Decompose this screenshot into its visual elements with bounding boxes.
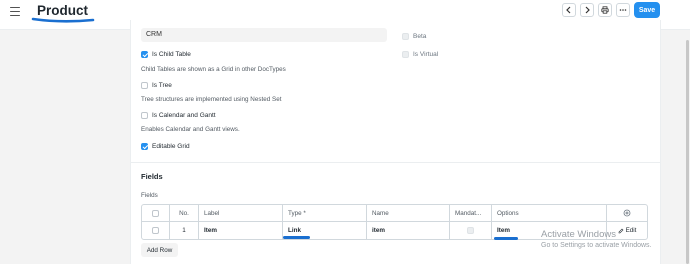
row-name-cell[interactable]: item xyxy=(366,222,449,239)
is-child-table-checkbox[interactable] xyxy=(141,51,148,58)
column-header-type: Type * xyxy=(282,205,366,221)
is-tree-label: Is Tree xyxy=(152,82,172,89)
add-row-button[interactable]: Add Row xyxy=(141,243,178,257)
printer-icon xyxy=(601,6,609,14)
row-select-cell xyxy=(142,222,169,239)
row-number: 1 xyxy=(169,222,198,239)
select-all-checkbox[interactable] xyxy=(152,209,159,217)
is-virtual-checkbox[interactable] xyxy=(402,51,409,58)
next-button[interactable] xyxy=(580,3,594,17)
is-calendar-label: Is Calendar and Gantt xyxy=(152,112,216,119)
fields-table-label: Fields xyxy=(141,192,158,199)
column-header-no: No. xyxy=(169,205,198,221)
row-edit-label: Edit xyxy=(625,227,637,234)
row-mandatory-cell[interactable] xyxy=(449,222,491,239)
beta-checkbox[interactable] xyxy=(402,33,409,40)
page-title: Product xyxy=(37,3,89,18)
grid-header-row: No. Label Type * Name Mandat... Options xyxy=(142,205,647,222)
pencil-icon xyxy=(618,228,623,233)
select-all-cell xyxy=(142,205,169,221)
column-header-options: Options xyxy=(491,205,606,221)
editable-grid-checkbox[interactable] xyxy=(141,143,148,150)
title-annotation-underline xyxy=(31,17,95,23)
is-calendar-description: Enables Calendar and Gantt views. xyxy=(141,126,240,133)
is-child-table-label: Is Child Table xyxy=(152,51,191,58)
is-child-table-description: Child Tables are shown as a Grid in othe… xyxy=(141,66,286,73)
row-mandatory-checkbox[interactable] xyxy=(467,227,474,234)
previous-button[interactable] xyxy=(562,3,576,17)
grid-settings-cell[interactable] xyxy=(606,205,647,221)
column-header-mandatory: Mandat... xyxy=(449,205,491,221)
chevron-left-icon xyxy=(566,6,571,14)
scrollbar[interactable] xyxy=(686,40,689,264)
is-virtual-label: Is Virtual xyxy=(413,51,439,58)
type-annotation-underline xyxy=(283,236,310,239)
is-calendar-checkbox[interactable] xyxy=(141,112,148,119)
module-field[interactable]: CRM xyxy=(141,28,387,42)
column-header-name: Name xyxy=(366,205,449,221)
row-select-checkbox[interactable] xyxy=(152,227,159,234)
hamburger-menu-icon[interactable] xyxy=(10,7,20,17)
more-horizontal-icon xyxy=(619,9,627,11)
editable-grid-label: Editable Grid xyxy=(152,143,190,150)
is-tree-checkbox[interactable] xyxy=(141,82,148,89)
fields-section-title: Fields xyxy=(141,172,163,181)
beta-label: Beta xyxy=(413,33,427,40)
save-button[interactable]: Save xyxy=(634,2,660,18)
is-tree-description: Tree structures are implemented using Ne… xyxy=(141,96,282,103)
activation-watermark-title: Activate Windows xyxy=(541,229,616,240)
section-divider xyxy=(131,162,660,163)
column-header-label: Label xyxy=(198,205,282,221)
more-actions-button[interactable] xyxy=(616,3,630,17)
options-annotation-underline xyxy=(494,237,518,240)
activation-watermark-subtitle: Go to Settings to activate Windows. xyxy=(541,242,652,249)
row-label-cell[interactable]: Item xyxy=(198,222,282,239)
settings-icon[interactable] xyxy=(623,209,631,217)
print-button[interactable] xyxy=(598,3,612,17)
chevron-right-icon xyxy=(585,6,590,14)
